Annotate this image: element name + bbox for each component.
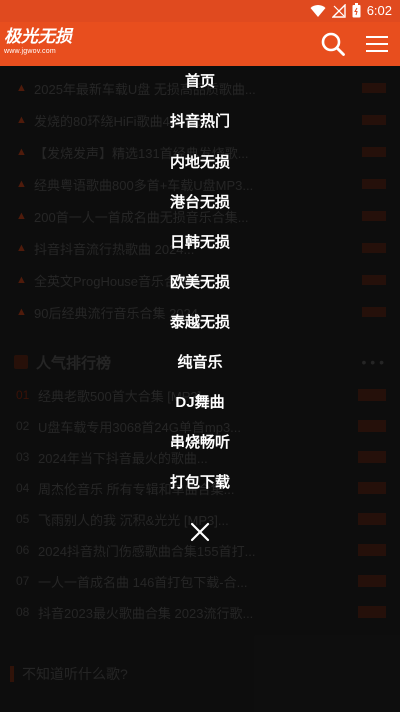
app-header: 极光无损 www.jgwov.com: [0, 22, 400, 66]
menu-item-dj-dance[interactable]: DJ舞曲: [0, 391, 400, 415]
menu-item-douyin-hot[interactable]: 抖音热门: [0, 110, 400, 134]
nav-menu-overlay: 首页 抖音热门 内地无损 港台无损 日韩无损 欧美无损 泰越无损 纯音乐 DJ舞…: [0, 66, 400, 712]
menu-item-mainland-lossless[interactable]: 内地无损: [0, 151, 400, 175]
menu-item-pure-music[interactable]: 纯音乐: [0, 351, 400, 375]
menu-item-western-lossless[interactable]: 欧美无损: [0, 271, 400, 295]
battery-icon: [352, 3, 361, 18]
status-icons: 6:02: [310, 3, 392, 18]
signal-icon: [331, 3, 346, 18]
menu-item-home[interactable]: 首页: [0, 70, 400, 94]
wifi-icon: [310, 4, 326, 17]
menu-item-medley[interactable]: 串烧畅听: [0, 431, 400, 455]
logo-title: 极光无损: [4, 27, 72, 46]
logo-url: www.jgwov.com: [4, 48, 56, 55]
menu-item-thaiviet-lossless[interactable]: 泰越无损: [0, 311, 400, 335]
close-icon[interactable]: [188, 520, 212, 544]
hamburger-icon[interactable]: [364, 34, 390, 54]
search-icon[interactable]: [320, 31, 346, 57]
menu-item-bundle-download[interactable]: 打包下载: [0, 471, 400, 495]
status-time: 6:02: [366, 3, 392, 18]
site-logo[interactable]: 极光无损 www.jgwov.com: [4, 27, 74, 61]
menu-item-jpkr-lossless[interactable]: 日韩无损: [0, 231, 400, 255]
menu-item-hktw-lossless[interactable]: 港台无损: [0, 191, 400, 215]
status-bar: 6:02: [0, 0, 400, 22]
